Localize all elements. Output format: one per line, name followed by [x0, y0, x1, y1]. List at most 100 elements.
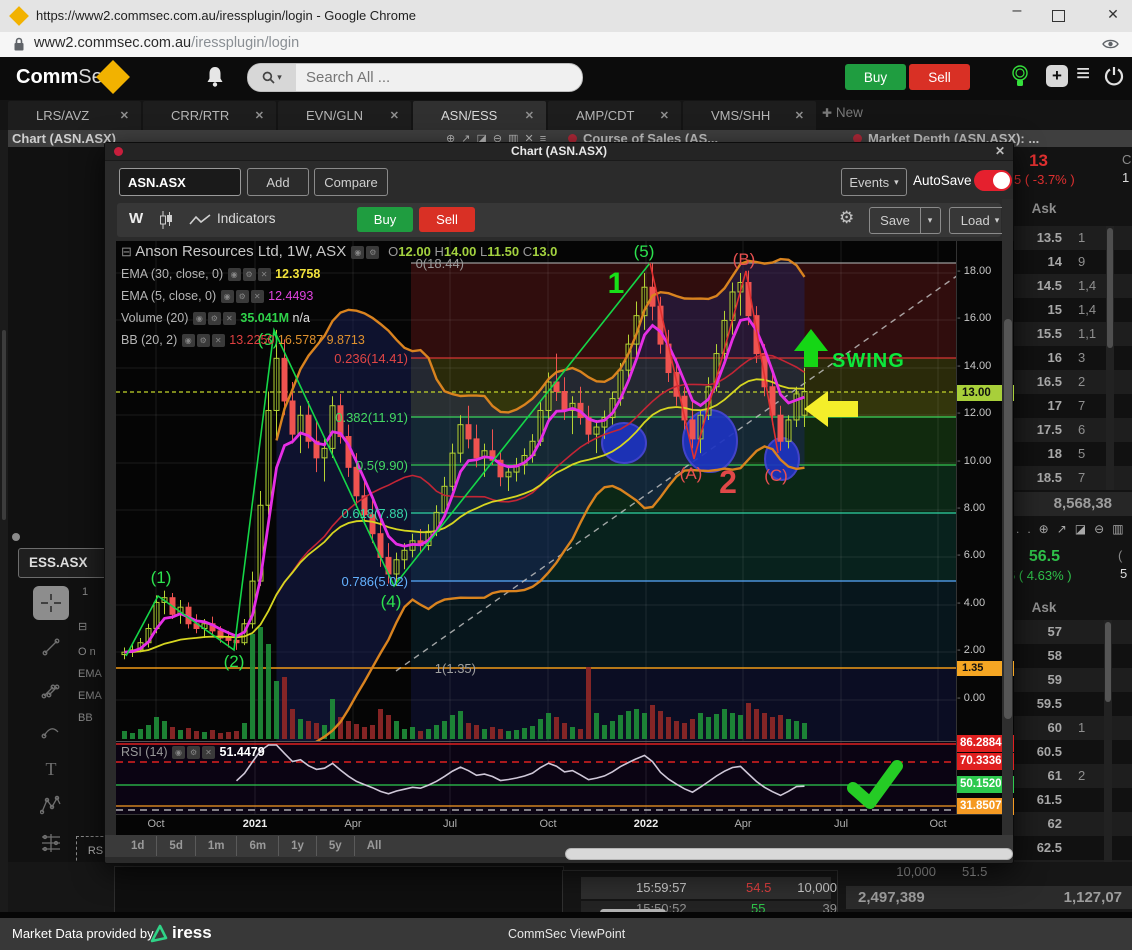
tape-row[interactable]: 15:59:57 54.5 10,000 [581, 877, 831, 899]
modal-sell-button[interactable]: Sell [419, 207, 475, 232]
autosave-toggle[interactable] [974, 170, 1012, 191]
tab-close-icon[interactable]: ✕ [390, 109, 399, 122]
tab-lrs-avz[interactable]: LRS/AVZ✕ [8, 101, 141, 130]
url-text[interactable]: www2.commsec.com.au/iressplugin/login [34, 35, 299, 51]
close-window-icon[interactable]: ✕ [1098, 6, 1128, 23]
indicators-button[interactable]: Indicators [217, 211, 276, 226]
depth-row[interactable]: 13.51 [1012, 226, 1132, 250]
popout-icon[interactable]: ◪ [1075, 522, 1094, 536]
eye-icon[interactable]: ◉ [228, 268, 241, 281]
lightbulb-icon[interactable] [1010, 63, 1030, 91]
events-dropdown[interactable]: Events▾ [841, 168, 907, 196]
symbol-input[interactable] [119, 168, 241, 196]
depth-row[interactable]: 177 [1012, 394, 1132, 418]
depth-row[interactable]: 16.52 [1012, 370, 1132, 394]
eye-icon[interactable] [1102, 38, 1119, 50]
modal-buy-button[interactable]: Buy [357, 207, 413, 232]
period-label[interactable]: W [129, 210, 143, 227]
tool-pitchfork[interactable] [33, 672, 69, 706]
range-1d[interactable]: 1d [119, 836, 157, 856]
columns-icon[interactable]: ▥ [1112, 522, 1131, 536]
gear-icon[interactable]: ⚙ [236, 290, 249, 303]
eye-icon[interactable]: ◉ [182, 334, 195, 347]
tab-close-icon[interactable]: ✕ [255, 109, 264, 122]
eye-icon[interactable]: ◉ [193, 312, 206, 325]
range-5d[interactable]: 5d [157, 836, 195, 856]
tab-evn-gln[interactable]: EVN/GLN✕ [278, 101, 411, 130]
tab-crr-rtr[interactable]: CRR/RTR✕ [143, 101, 276, 130]
depth-row[interactable]: 62.5 [1012, 836, 1132, 860]
bell-icon[interactable] [205, 65, 225, 89]
modal-close-icon[interactable]: ✕ [995, 144, 1005, 158]
gear-icon[interactable]: ⚙ [197, 334, 210, 347]
gear-icon[interactable]: ⚙ [187, 746, 200, 759]
menu-icon[interactable]: ≡ [1076, 60, 1090, 88]
depth-row[interactable]: 163 [1012, 346, 1132, 370]
depth2-scrollbar[interactable] [1104, 620, 1112, 884]
search-scope-dropdown[interactable]: ▾ [248, 64, 296, 91]
depth-row[interactable]: 62 [1012, 812, 1132, 836]
tab-amp-cdt[interactable]: AMP/CDT✕ [548, 101, 681, 130]
tool-trendline[interactable] [33, 630, 69, 664]
minimize-icon[interactable]: – [1002, 2, 1032, 20]
new-tab-button[interactable]: ✚ New [822, 105, 863, 120]
add-button[interactable]: Add [247, 168, 309, 196]
depth-scrollbar[interactable] [1106, 226, 1114, 490]
tool-arc[interactable] [33, 714, 69, 748]
range-6m[interactable]: 6m [237, 836, 279, 856]
range-all[interactable]: All [355, 836, 394, 856]
tool-fib-retracement[interactable] [33, 826, 69, 860]
gear-icon[interactable]: ⚙ [366, 246, 379, 259]
modal-vscrollbar[interactable] [1002, 199, 1013, 835]
remove-icon[interactable]: ✕ [212, 334, 225, 347]
depth-panel-icons[interactable]: ..⊕↗◪⊖▥ [1016, 522, 1132, 536]
depth-row[interactable]: 59 [1012, 668, 1132, 692]
buy-button[interactable]: Buy [845, 64, 906, 90]
remove-icon[interactable]: ✕ [251, 290, 264, 303]
tab-close-icon[interactable]: ✕ [120, 109, 129, 122]
candlestick-style-icon[interactable] [159, 210, 173, 230]
minimize-panel-icon[interactable]: ⊖ [1094, 522, 1112, 536]
depth-row[interactable]: 15.51,1 [1012, 322, 1132, 346]
sell-button[interactable]: Sell [909, 64, 970, 90]
ess-symbol-box[interactable]: ESS.ASX [18, 548, 108, 578]
range-1y[interactable]: 1y [279, 836, 317, 856]
depth-row[interactable]: 57 [1012, 620, 1132, 644]
depth-row[interactable]: 59.5 [1012, 692, 1132, 716]
eye-icon[interactable]: ◉ [172, 746, 185, 759]
depth-row[interactable]: 58 [1012, 644, 1132, 668]
tab-close-icon[interactable]: ✕ [660, 109, 669, 122]
left-scroll-strip[interactable] [0, 130, 8, 918]
depth-row[interactable]: 60.5 [1012, 740, 1132, 764]
expand-icon[interactable]: ↗ [1057, 522, 1075, 536]
tool-crosshair[interactable] [33, 586, 69, 620]
tool-text[interactable]: T [33, 752, 69, 786]
depth-row[interactable]: 612 [1012, 764, 1132, 788]
modal-titlebar[interactable]: Chart (ASN.ASX) ✕ [105, 143, 1013, 161]
depth-row[interactable]: 14.51,4 [1012, 274, 1132, 298]
save-button[interactable]: Save [869, 207, 921, 234]
remove-icon[interactable]: ✕ [258, 268, 271, 281]
depth-row[interactable]: 151,4 [1012, 298, 1132, 322]
eye-icon[interactable]: ◉ [221, 290, 234, 303]
tab-vms-shh[interactable]: VMS/SHH✕ [683, 101, 816, 130]
depth-row[interactable]: 61.5 [1012, 788, 1132, 812]
save-caret-button[interactable]: ▾ [920, 207, 941, 234]
depth-row[interactable]: 17.56 [1012, 418, 1132, 442]
collapse-icon[interactable]: ⊟ [121, 244, 132, 259]
depth-row[interactable]: 601 [1012, 716, 1132, 740]
tab-close-icon[interactable]: ✕ [795, 109, 804, 122]
gear-icon[interactable]: ⚙ [243, 268, 256, 281]
tab-asn-ess-active[interactable]: ASN/ESS✕ [413, 101, 546, 130]
maximize-icon[interactable] [1052, 10, 1065, 22]
search-input[interactable] [304, 65, 568, 90]
depth-row[interactable]: 185 [1012, 442, 1132, 466]
modal-hscrollbar[interactable] [565, 848, 1013, 860]
gear-icon[interactable]: ⚙ [208, 312, 221, 325]
power-icon[interactable] [1103, 65, 1125, 87]
compare-button[interactable]: Compare [314, 168, 388, 196]
plus-icon[interactable]: ⊕ [1039, 522, 1057, 536]
depth-row[interactable]: 149 [1012, 250, 1132, 274]
range-5y[interactable]: 5y [317, 836, 355, 856]
time-axis[interactable]: Oct 2021 Apr Jul Oct 2022 Apr Jul Oct [116, 814, 1013, 835]
